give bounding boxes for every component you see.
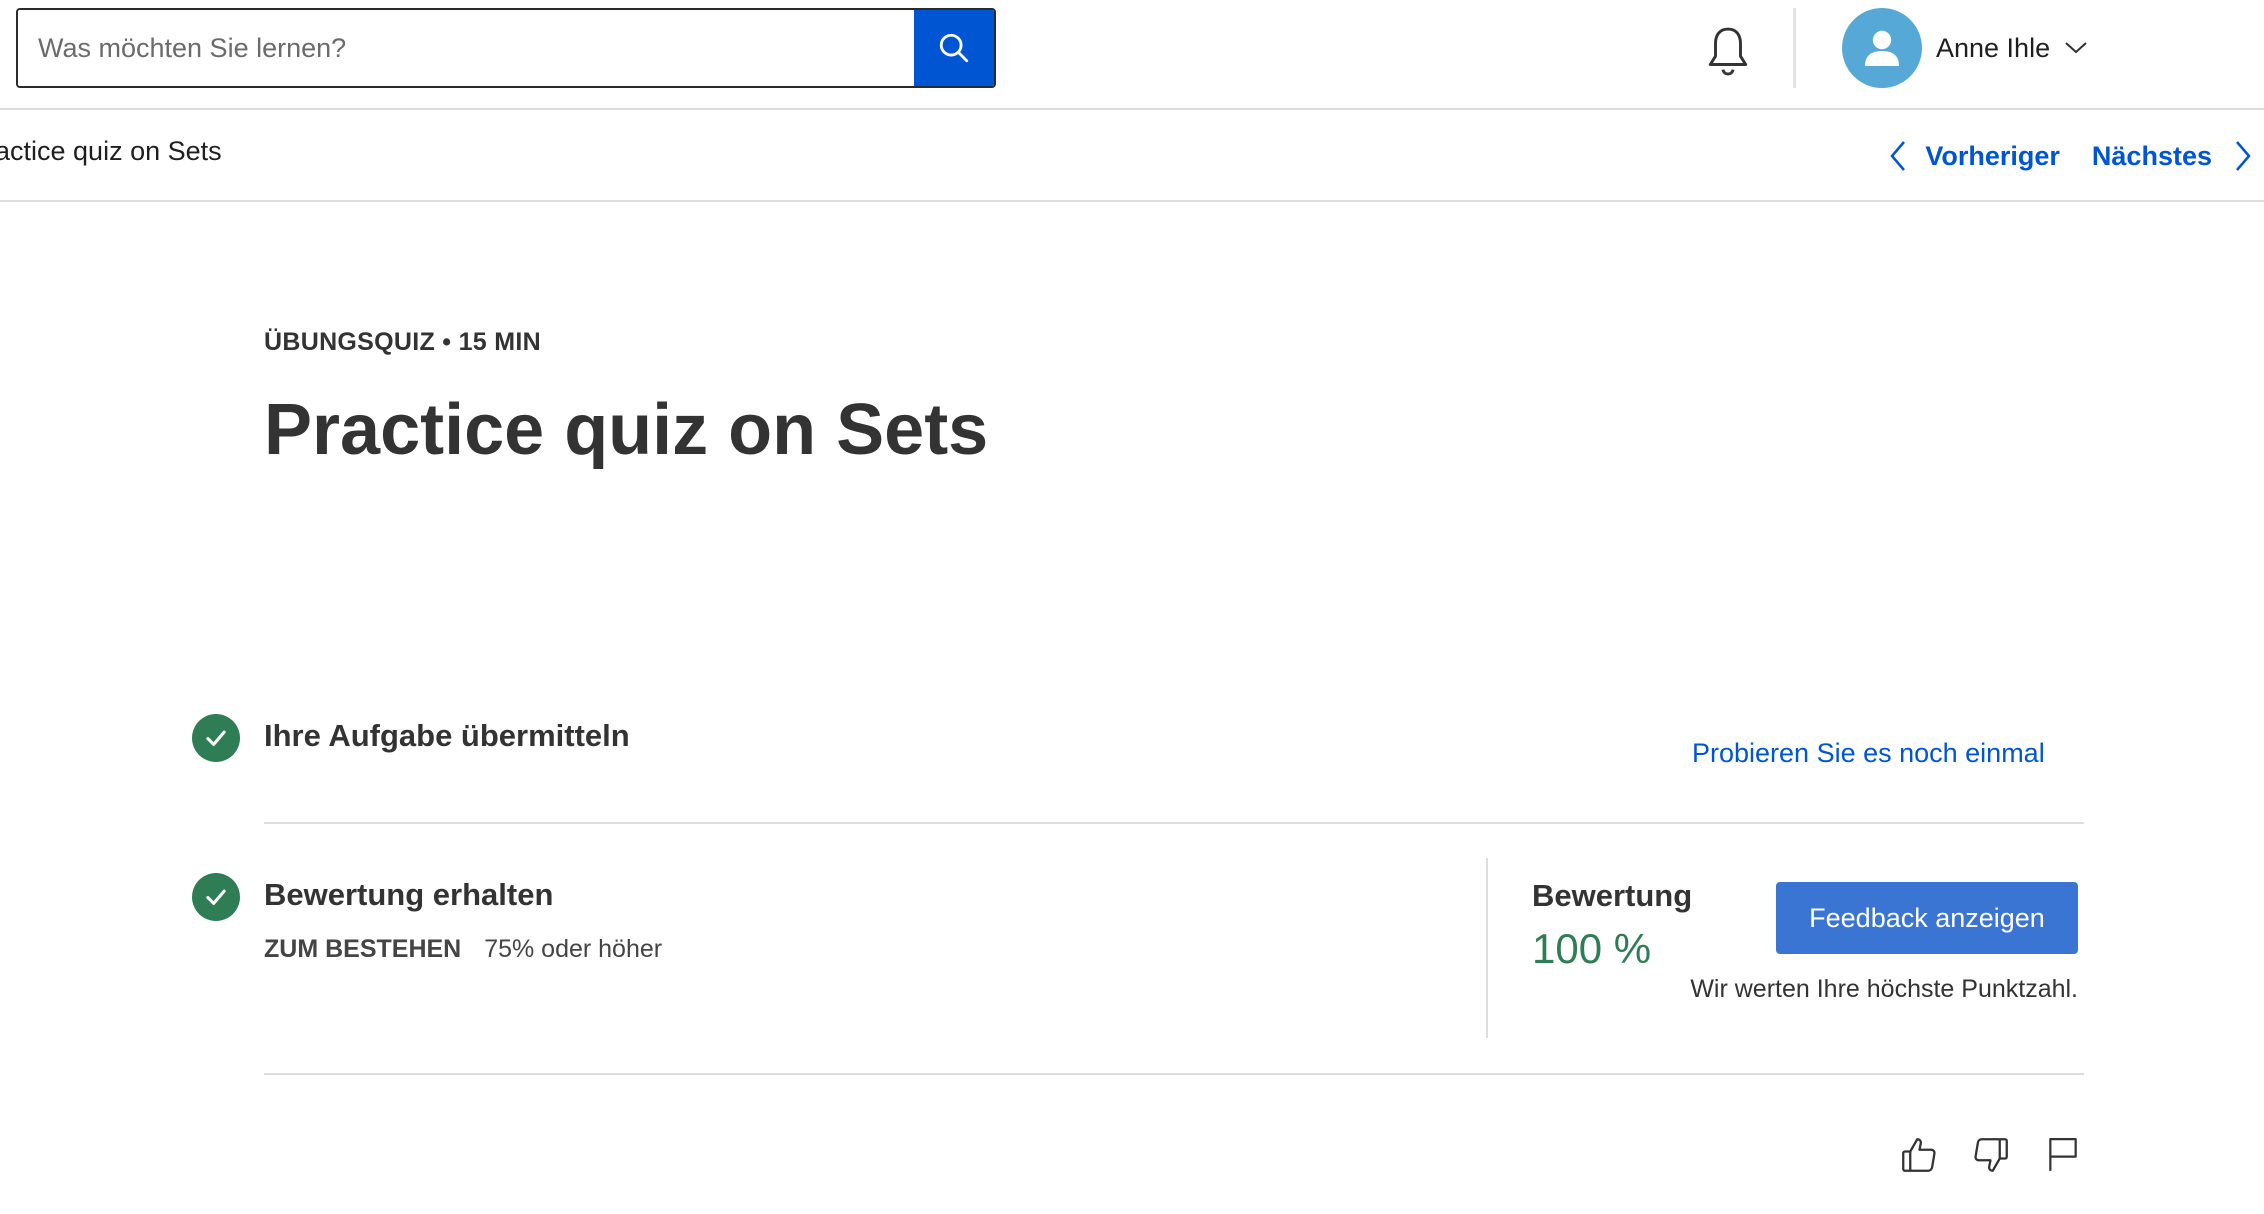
page-title: Practice quiz on Sets: [264, 390, 989, 470]
retry-link[interactable]: Probieren Sie es noch einmal: [1692, 738, 2045, 769]
user-menu[interactable]: Anne Ihle: [1842, 8, 2088, 88]
item-type-label: ÜBUNGSQUIZ • 15 MIN: [264, 328, 541, 356]
grade-label: Bewertung: [1532, 878, 1693, 913]
divider: [264, 1073, 2084, 1075]
divider: [264, 822, 2084, 824]
passing-requirement: ZUM BESTEHEN 75% oder höher: [264, 935, 662, 964]
step-submit-title: Ihre Aufgabe übermitteln: [264, 718, 630, 753]
like-button[interactable]: [1894, 1130, 1944, 1180]
pass-label: ZUM BESTEHEN: [264, 935, 462, 963]
breadcrumb-label: Practice quiz on Sets: [0, 136, 222, 166]
report-button[interactable]: [2038, 1130, 2088, 1180]
check-icon: [206, 889, 226, 905]
breadcrumb: Practice quiz on Sets: [0, 136, 222, 167]
chevron-down-icon: [2065, 42, 2087, 54]
notifications-button[interactable]: [1698, 22, 1758, 82]
dislike-button[interactable]: [1966, 1130, 2016, 1180]
check-icon: [206, 730, 226, 746]
search-bar: [16, 8, 996, 88]
thumbs-down-icon: [1974, 1138, 2008, 1172]
next-button[interactable]: Nächstes: [2092, 140, 2264, 172]
step-grade-title: Bewertung erhalten: [264, 877, 554, 912]
score-divider: [1486, 858, 1488, 1038]
view-feedback-button[interactable]: Feedback anzeigen: [1776, 882, 2078, 954]
search-input[interactable]: [18, 10, 914, 86]
thumbs-up-icon: [1902, 1138, 1936, 1172]
avatar: [1842, 8, 1922, 88]
chevron-left-icon: [1890, 141, 1906, 171]
next-label: Nächstes: [2091, 140, 2212, 171]
flag-icon: [2049, 1138, 2077, 1171]
pass-value: 75% oder höher: [484, 935, 663, 963]
grade-note: Wir werten Ihre höchste Punktzahl.: [1690, 975, 2078, 1003]
item-nav-bar: Practice quiz on Sets Vorheriger Nächste…: [0, 110, 2264, 202]
step-submit-check: [192, 714, 240, 762]
grade-value: 100 %: [1532, 925, 1652, 972]
top-bar: Anne Ihle: [0, 0, 2264, 110]
prev-next-nav: Vorheriger Nächstes: [1889, 132, 2264, 180]
previous-label: Vorheriger: [1925, 140, 2060, 171]
bell-icon: [1708, 27, 1748, 76]
search-icon: [939, 33, 969, 63]
user-icon: [1865, 30, 1899, 66]
chevron-right-icon: [2236, 141, 2251, 171]
header-divider: [1793, 8, 1796, 88]
step-grade-check: [192, 873, 240, 921]
search-button[interactable]: [914, 10, 994, 86]
user-name: Anne Ihle: [1936, 32, 2051, 63]
feedback-actions: [1894, 1130, 2110, 1180]
previous-button[interactable]: Vorheriger: [1889, 140, 2060, 172]
